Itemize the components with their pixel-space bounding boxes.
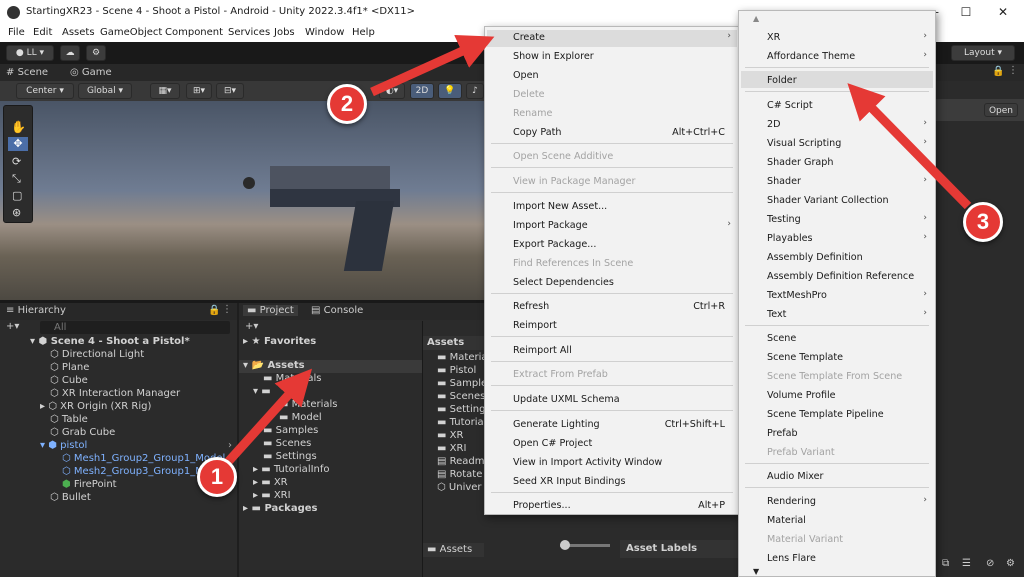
arrow-3	[847, 83, 972, 210]
annotation-arrows	[224, 35, 972, 466]
annotation-badge-1: 1	[197, 457, 237, 497]
arrow-1	[224, 368, 313, 466]
annotation-badge-3: 3	[963, 202, 1003, 242]
arrow-2	[370, 35, 495, 97]
annotation-badge-2: 2	[327, 84, 367, 124]
